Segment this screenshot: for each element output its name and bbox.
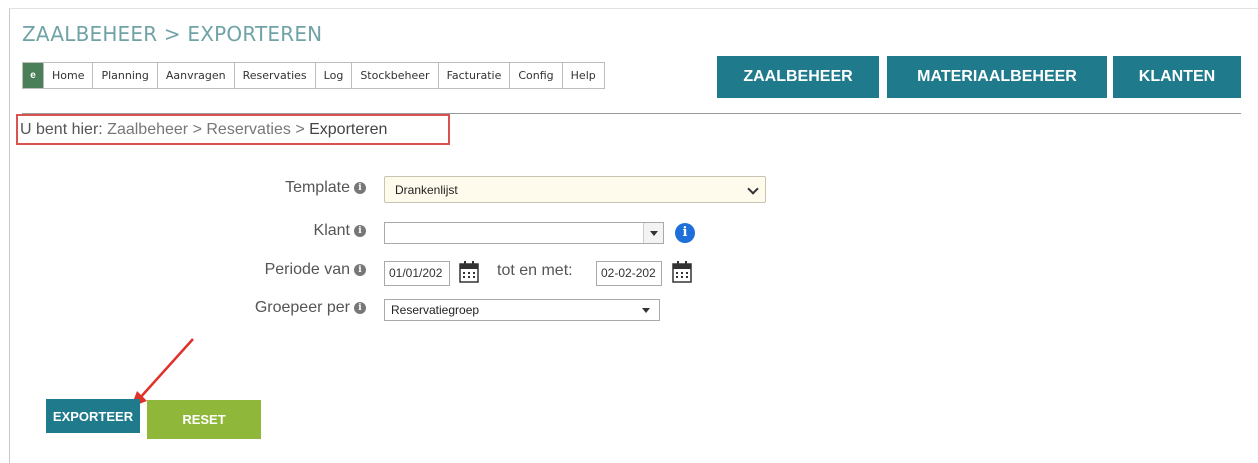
exporteer-button[interactable]: EXPORTEER: [46, 399, 140, 433]
nav-home[interactable]: Home: [43, 63, 92, 88]
template-label-wrap: Template i: [285, 179, 366, 197]
chevron-down-icon: [747, 183, 759, 195]
nav-aanvragen[interactable]: Aanvragen: [156, 63, 234, 88]
nav-help[interactable]: Help: [561, 63, 604, 88]
periode-info-icon[interactable]: i: [354, 264, 366, 276]
periode-label-row: Periode van i: [200, 261, 366, 283]
template-select-value: Drankenlijst: [395, 183, 458, 197]
nav-planning[interactable]: Planning: [92, 63, 156, 88]
klant-label: Klant: [313, 222, 350, 239]
klant-label-wrap: Klant i: [314, 222, 366, 240]
klant-help-info-icon[interactable]: i: [675, 223, 695, 243]
template-label: Template: [285, 179, 350, 196]
triangle-down-icon: [649, 230, 658, 236]
breadcrumb-separator: >: [295, 121, 305, 138]
breadcrumb-link-reservaties[interactable]: Reservaties: [206, 121, 290, 138]
main-navbar: e Home Planning Aanvragen Reservaties Lo…: [22, 62, 605, 89]
klant-label-row: Klant i: [200, 222, 366, 244]
page-title: ZAALBEHEER > EXPORTEREN: [22, 22, 323, 46]
periode-from-input[interactable]: 01/01/202: [384, 261, 450, 286]
groepeer-info-icon[interactable]: i: [354, 302, 366, 314]
nav-config[interactable]: Config: [509, 63, 561, 88]
template-info-icon[interactable]: i: [354, 182, 366, 194]
nav-reservaties[interactable]: Reservaties: [233, 63, 315, 88]
calendar-from-icon[interactable]: [458, 260, 480, 284]
groepeer-label: Groepeer per: [254, 299, 350, 316]
template-label-row: Template i: [200, 179, 366, 201]
reset-button[interactable]: RESET: [147, 400, 261, 439]
nav-log[interactable]: Log: [314, 63, 352, 88]
klant-dropdown-button[interactable]: [643, 223, 663, 243]
klant-combobox[interactable]: [384, 222, 664, 244]
logo-text: e: [30, 69, 36, 81]
module-zaalbeheer-button[interactable]: ZAALBEHEER: [717, 56, 879, 98]
calendar-to-icon[interactable]: [671, 260, 693, 284]
groepeer-select[interactable]: Reservatiegroep: [384, 299, 660, 321]
app-logo-icon[interactable]: e: [23, 63, 43, 88]
template-select[interactable]: Drankenlijst: [384, 176, 766, 203]
groepeer-select-value: Reservatiegroep: [391, 303, 480, 317]
breadcrumb-current: Exporteren: [309, 121, 388, 138]
periode-label: Periode van: [264, 261, 350, 278]
breadcrumb-prefix: U bent hier:: [20, 121, 103, 138]
module-materiaalbeheer-button[interactable]: MATERIAALBEHEER: [887, 56, 1107, 98]
klant-info-icon[interactable]: i: [354, 225, 366, 237]
breadcrumb: U bent hier: Zaalbeheer > Reservaties > …: [20, 121, 387, 139]
groepeer-label-row: Groepeer per i: [200, 299, 366, 321]
nav-stockbeheer[interactable]: Stockbeheer: [351, 63, 437, 88]
tot-en-met-label: tot en met:: [497, 262, 573, 279]
module-klanten-button[interactable]: KLANTEN: [1113, 56, 1241, 98]
groepeer-label-wrap: Groepeer per i: [255, 299, 366, 317]
nav-facturatie[interactable]: Facturatie: [437, 63, 510, 88]
breadcrumb-link-zaalbeheer[interactable]: Zaalbeheer: [107, 121, 188, 138]
triangle-down-icon: [642, 308, 650, 313]
periode-label-wrap: Periode van i: [265, 261, 366, 279]
periode-to-input[interactable]: 02-02-202: [596, 261, 662, 286]
breadcrumb-separator: >: [192, 121, 202, 138]
